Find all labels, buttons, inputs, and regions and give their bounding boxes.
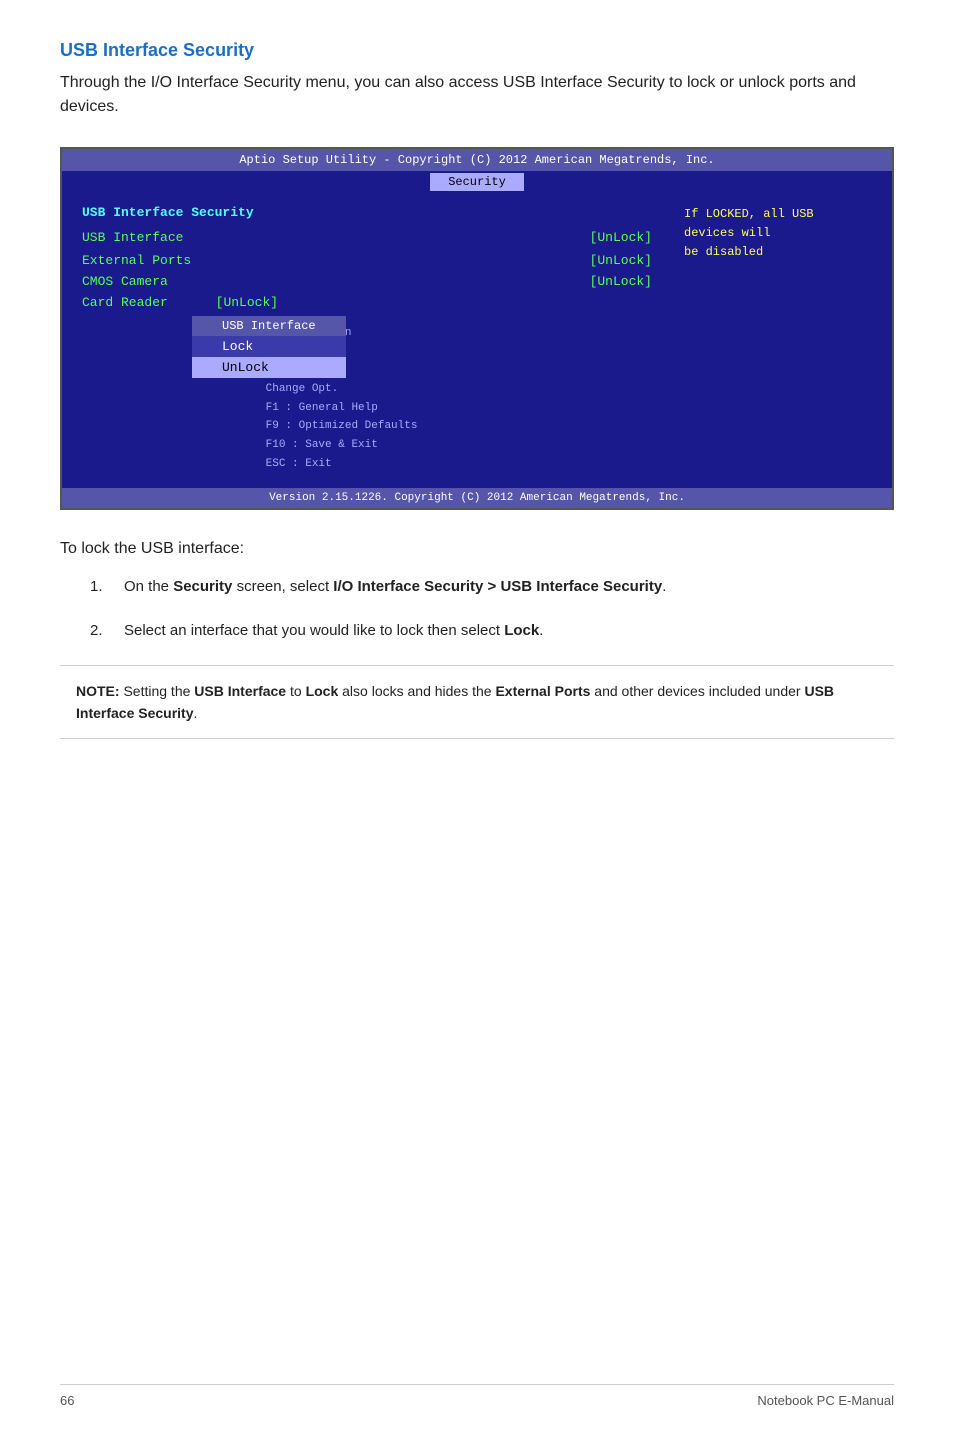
intro-text: Through the I/O Interface Security menu,… xyxy=(60,71,894,119)
bios-screenshot: Aptio Setup Utility - Copyright (C) 2012… xyxy=(60,147,894,510)
steps-list: 1. On the Security screen, select I/O In… xyxy=(90,576,894,643)
bios-label-usb: USB Interface xyxy=(82,230,183,245)
bios-footer: Version 2.15.1226. Copyright (C) 2012 Am… xyxy=(62,488,892,508)
step-1: 1. On the Security screen, select I/O In… xyxy=(90,576,894,599)
keybind-change-opt: Change Opt. xyxy=(266,380,652,399)
bios-label-cmos: CMOS Camera xyxy=(82,274,168,289)
step-1-num: 1. xyxy=(90,576,114,599)
bios-body: USB Interface Security USB Interface [Un… xyxy=(62,191,892,488)
footer-title: Notebook PC E-Manual xyxy=(757,1393,894,1408)
bios-popup-unlock[interactable]: UnLock xyxy=(192,357,346,378)
step-2: 2. Select an interface that you would li… xyxy=(90,620,894,643)
keybind-f10: F10 : Save & Exit xyxy=(266,436,652,455)
bios-value-usb: [UnLock] xyxy=(590,230,652,245)
note-box: NOTE: Setting the USB Interface to Lock … xyxy=(60,665,894,740)
bios-tab-row: Security xyxy=(62,171,892,191)
bios-help-text: If LOCKED, all USBdevices willbe disable… xyxy=(684,207,814,259)
page-footer: 66 Notebook PC E-Manual xyxy=(60,1384,894,1408)
bios-right-help: If LOCKED, all USBdevices willbe disable… xyxy=(672,191,892,488)
bios-popup-lock[interactable]: Lock xyxy=(192,336,346,357)
keybind-esc: ESC : Exit xyxy=(266,455,652,474)
bios-row-external: External Ports [UnLock] xyxy=(82,253,652,268)
step-2-num: 2. xyxy=(90,620,114,643)
bios-value-external: [UnLock] xyxy=(590,253,652,268)
bios-popup: USB Interface Lock UnLock xyxy=(192,316,346,378)
bios-tab-security[interactable]: Security xyxy=(430,173,524,191)
bios-row-usb-interface: USB Interface [UnLock] xyxy=(82,230,652,245)
lock-intro: To lock the USB interface: xyxy=(60,540,894,558)
note-text: Setting the USB Interface to Lock also l… xyxy=(76,683,834,721)
step-2-text: Select an interface that you would like … xyxy=(124,620,894,643)
bios-value-cmos: [UnLock] xyxy=(590,274,652,289)
keybind-f1: F1 : General Help xyxy=(266,399,652,418)
bios-row-cmos: CMOS Camera [UnLock] xyxy=(82,274,652,289)
bios-value-card: [UnLock] xyxy=(216,295,278,310)
bios-left-panel: USB Interface Security USB Interface [Un… xyxy=(62,191,672,488)
step-1-text: On the Security screen, select I/O Inter… xyxy=(124,576,894,599)
bios-row-card: Card Reader [UnLock] xyxy=(82,295,652,310)
bios-popup-title: USB Interface xyxy=(192,316,346,336)
bios-popup-area: USB Interface Lock UnLock Select Screen … xyxy=(82,316,652,474)
note-label: NOTE: xyxy=(76,683,120,699)
bios-label-external: External Ports xyxy=(82,253,191,268)
section-title: USB Interface Security xyxy=(60,40,894,61)
bios-section-label: USB Interface Security xyxy=(82,205,652,220)
keybind-f9: F9 : Optimized Defaults xyxy=(266,417,652,436)
bios-label-card: Card Reader xyxy=(82,295,168,310)
bios-header: Aptio Setup Utility - Copyright (C) 2012… xyxy=(62,149,892,171)
footer-page-num: 66 xyxy=(60,1393,74,1408)
